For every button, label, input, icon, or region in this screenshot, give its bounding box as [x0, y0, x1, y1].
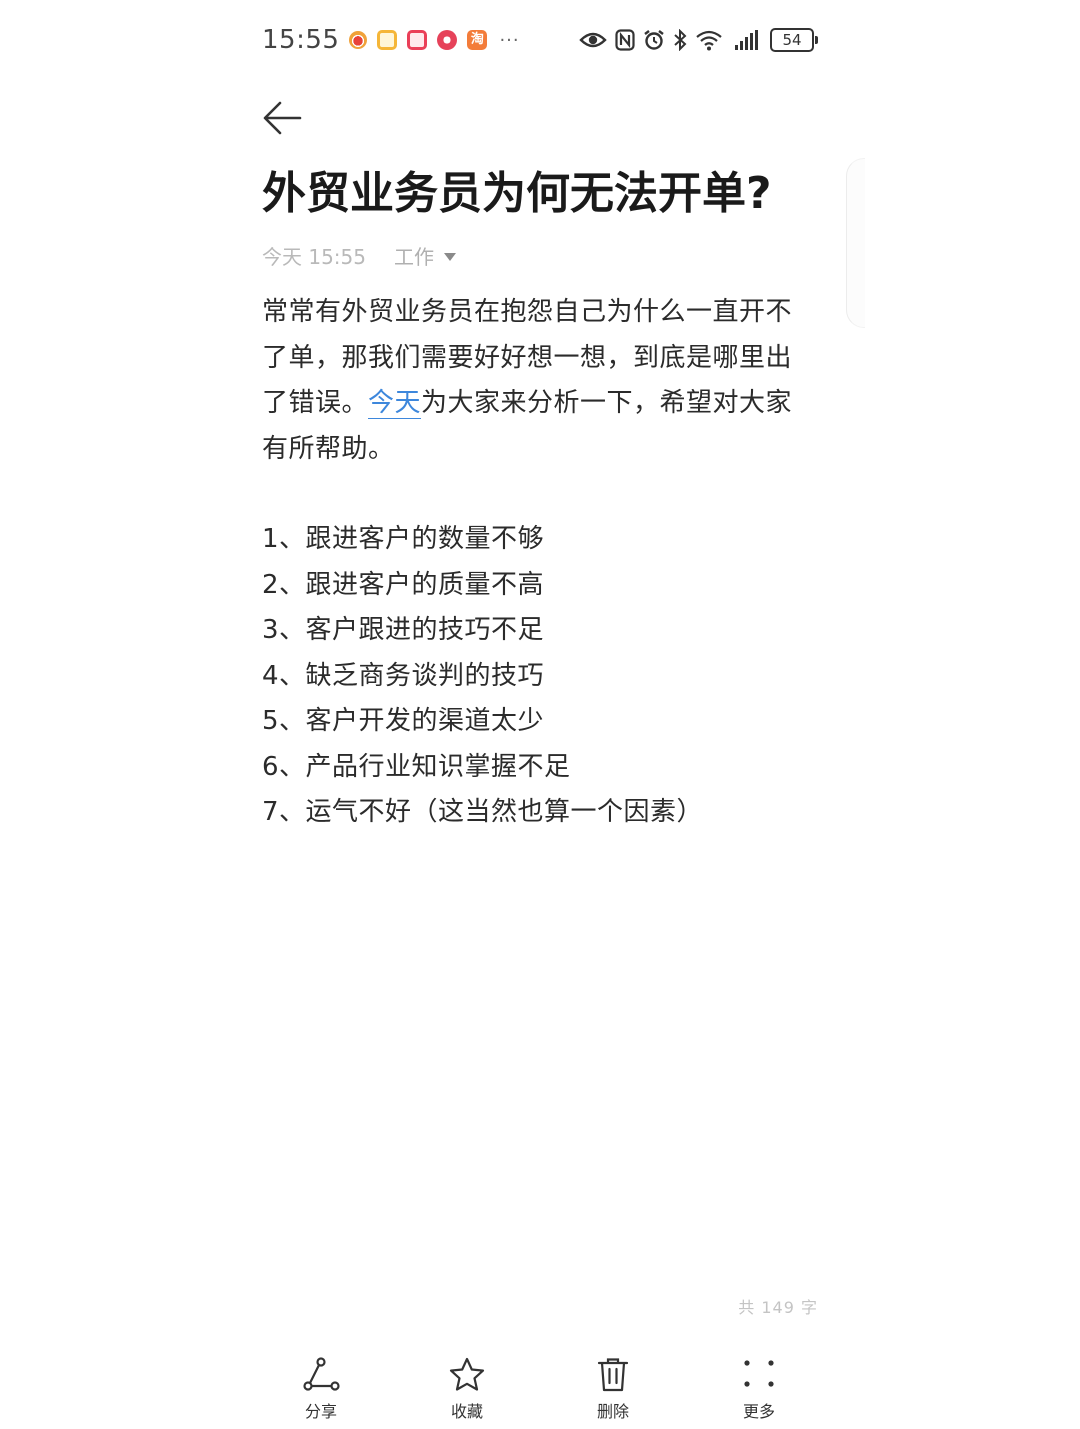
alarm-icon: [644, 30, 664, 50]
list-item: 5、客户开发的渠道太少: [262, 706, 545, 736]
status-time: 15:55: [262, 25, 340, 55]
caret-down-icon: [444, 252, 456, 261]
trash-icon: [597, 1358, 629, 1392]
note-meta: 今天 15:55 工作: [262, 241, 456, 270]
list-item: 1、跟进客户的数量不够: [262, 524, 545, 554]
back-button[interactable]: [260, 98, 304, 138]
favorite-label: 收藏: [450, 1402, 483, 1421]
date-link[interactable]: 今天: [368, 388, 422, 419]
favorite-button[interactable]: 收藏: [394, 1356, 540, 1426]
delete-label: 删除: [596, 1402, 629, 1421]
taobao-icon: 淘: [467, 30, 488, 50]
battery-level: 54: [770, 28, 814, 52]
back-arrow-icon: [263, 101, 302, 135]
more-notifications-icon: ···: [499, 29, 520, 51]
weibo-icon: [349, 31, 368, 49]
note-title[interactable]: 外贸业务员为何无法开单?: [262, 166, 832, 222]
nfc-icon: [615, 29, 635, 51]
star-icon: [449, 1357, 485, 1391]
battery-icon: 54: [770, 28, 818, 52]
side-panel-handle[interactable]: [846, 158, 865, 328]
share-button[interactable]: 分享: [248, 1356, 394, 1426]
status-right: 54: [579, 28, 818, 52]
status-left: 15:55 淘 ···: [262, 25, 520, 55]
reasons-list: 1、跟进客户的数量不够 2、跟进客户的质量不高 3、客户跟进的技巧不足 4、缺乏…: [262, 517, 818, 836]
status-bar: 15:55 淘 ··· 54: [262, 22, 818, 58]
message-icon: [377, 30, 398, 50]
more-button[interactable]: 更多: [686, 1356, 832, 1426]
intro-paragraph: 常常有外贸业务员在抱怨自己为什么一直开不了单，那我们需要好好想一想，到底是哪里出…: [262, 290, 818, 472]
delete-button[interactable]: 删除: [540, 1356, 686, 1426]
eye-icon: [579, 32, 607, 48]
more-dots-icon: [744, 1360, 774, 1387]
note-date: 今天 15:55: [262, 245, 366, 269]
share-icon: [303, 1357, 340, 1391]
list-item: 7、运气不好（这当然也算一个因素）: [262, 797, 704, 827]
share-label: 分享: [304, 1402, 337, 1421]
red-app-icon: [407, 30, 428, 50]
word-count: 共 149 字: [738, 1298, 818, 1317]
more-label: 更多: [742, 1402, 775, 1421]
signal-icon: [735, 30, 758, 50]
bluetooth-icon: [674, 29, 687, 51]
bottom-toolbar: 分享 收藏 删除 更多: [248, 1356, 832, 1426]
list-item: 4、缺乏商务谈判的技巧: [262, 660, 545, 691]
folder-selector[interactable]: 工作: [394, 241, 456, 270]
flower-app-icon: [437, 30, 458, 50]
wifi-icon: [696, 30, 722, 51]
list-item: 6、产品行业知识掌握不足: [262, 751, 571, 782]
battery-tip: [815, 36, 818, 44]
folder-label: 工作: [394, 245, 434, 269]
note-body[interactable]: 常常有外贸业务员在抱怨自己为什么一直开不了单，那我们需要好好想一想，到底是哪里出…: [262, 290, 818, 836]
list-item: 3、客户跟进的技巧不足: [262, 615, 545, 645]
list-item: 2、跟进客户的质量不高: [262, 569, 545, 600]
